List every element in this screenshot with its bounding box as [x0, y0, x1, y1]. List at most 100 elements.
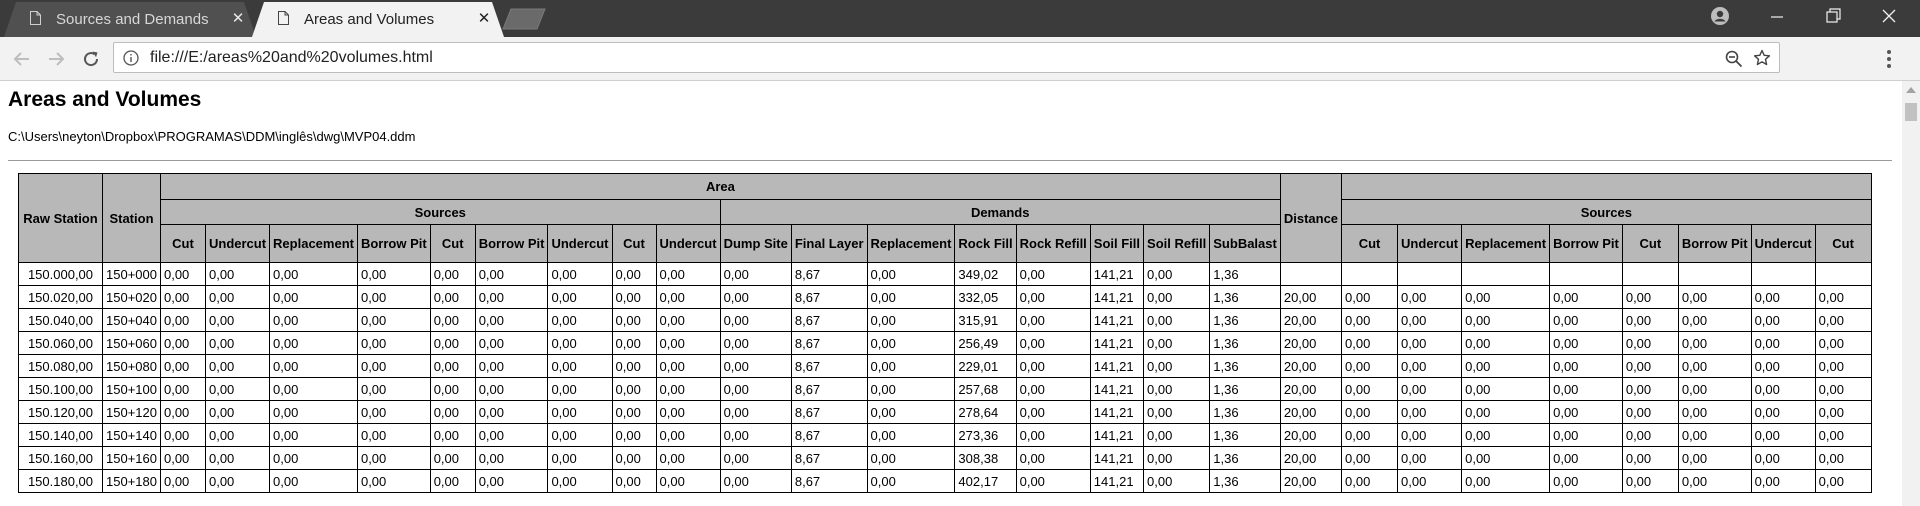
volume-cell: 0,00	[1397, 354, 1463, 378]
tab-sources-and-demands[interactable]: Sources and Demands ✕	[4, 2, 256, 37]
tab-strip: Sources and Demands ✕ Areas and Volumes …	[0, 0, 1920, 37]
area-cell: 0,00	[655, 308, 721, 332]
volume-cell: 0,00	[1341, 469, 1399, 493]
area-cell: 0,00	[356, 400, 431, 424]
volume-cell: 0,00	[1549, 423, 1623, 447]
scroll-up-arrow-icon[interactable]	[1906, 87, 1916, 93]
volume-cell: 0,00	[1677, 308, 1752, 332]
area-cell: 0,00	[269, 469, 358, 493]
column-header: Cut	[1814, 224, 1872, 263]
area-cell: 0,00	[1015, 331, 1091, 355]
table-row: 150.080,00 150+080 0,00 0,00 0,00 0,00 0,00 0,0…	[18, 354, 1872, 378]
area-cell: 0,00	[159, 400, 206, 424]
volume-cell: 0,00	[1621, 354, 1679, 378]
volume-cell	[1461, 262, 1551, 286]
close-window-icon[interactable]	[1862, 0, 1916, 34]
menu-icon[interactable]	[1886, 49, 1892, 69]
area-cell: 0,00	[269, 446, 358, 470]
area-cell: 229,01	[954, 354, 1017, 378]
info-icon[interactable]	[123, 50, 139, 66]
area-cell: 0,00	[655, 469, 721, 493]
close-tab-icon[interactable]: ✕	[230, 11, 246, 27]
area-cell: 0,00	[1143, 400, 1211, 424]
bookmark-star-icon[interactable]	[1753, 49, 1771, 67]
volume-cell: 0,00	[1461, 400, 1551, 424]
area-cell: 0,00	[547, 285, 613, 309]
column-header: Dump Site	[719, 224, 792, 263]
area-cell: 256,49	[954, 331, 1017, 355]
volume-cell: 0,00	[1621, 446, 1679, 470]
page-viewport: Areas and Volumes C:\Users\neyton\Dropbo…	[0, 81, 1902, 506]
table-row: 150.060,00 150+060 0,00 0,00 0,00 0,00 0,00 0,0…	[18, 331, 1872, 355]
minimize-icon[interactable]	[1750, 0, 1804, 34]
area-cell: 0,00	[1015, 400, 1091, 424]
area-cell: 0,00	[611, 285, 657, 309]
tab-areas-and-volumes[interactable]: Areas and Volumes ✕	[252, 2, 504, 37]
new-tab-button[interactable]	[502, 8, 546, 30]
zoom-icon[interactable]	[1725, 50, 1743, 68]
tab-title: Areas and Volumes	[304, 11, 435, 28]
area-cell: 0,00	[655, 400, 721, 424]
area-cell: 0,00	[429, 446, 476, 470]
column-header: Borrow Pit	[1677, 224, 1752, 263]
tab-title: Sources and Demands	[56, 11, 209, 28]
volume-cell: 0,00	[1397, 469, 1463, 493]
reload-icon[interactable]	[80, 48, 102, 70]
volume-cell: 0,00	[1397, 377, 1463, 401]
table-row: 150.160,00 150+160 0,00 0,00 0,00 0,00 0,00 0,0…	[18, 446, 1872, 470]
area-cell: 0,00	[159, 377, 206, 401]
table-row: 150.040,00 150+040 0,00 0,00 0,00 0,00 0,00 0,0…	[18, 308, 1872, 332]
area-cell: 1,36	[1209, 377, 1281, 401]
area-cell: 0,00	[1015, 354, 1091, 378]
column-header: Borrow Pit	[356, 224, 431, 263]
forward-icon[interactable]	[45, 48, 67, 70]
page-icon	[278, 11, 289, 25]
address-bar[interactable]: file:///E:/areas%20and%20volumes.html	[113, 42, 1780, 73]
volume-cell: 0,00	[1814, 423, 1872, 447]
area-cell: 257,68	[954, 377, 1017, 401]
area-cell: 0,00	[429, 377, 476, 401]
area-cell: 0,00	[429, 400, 476, 424]
area-cell: 0,00	[719, 354, 792, 378]
volume-cell: 0,00	[1461, 308, 1551, 332]
area-cell: 0,00	[159, 308, 206, 332]
area-cell: 8,67	[790, 377, 868, 401]
area-cell: 0,00	[269, 423, 358, 447]
volume-cell: 0,00	[1397, 308, 1463, 332]
volume-cell: 0,00	[1750, 354, 1816, 378]
area-cell: 0,00	[204, 423, 271, 447]
volume-cell: 0,00	[1397, 285, 1463, 309]
distance-cell: 20,00	[1279, 469, 1343, 493]
column-header: Soil Fill	[1089, 224, 1145, 263]
area-cell: 0,00	[204, 262, 271, 286]
restore-icon[interactable]	[1806, 0, 1860, 34]
profile-icon[interactable]	[1710, 6, 1730, 26]
area-cell: 8,67	[790, 285, 868, 309]
url-text[interactable]: file:///E:/areas%20and%20volumes.html	[150, 49, 433, 67]
file-path: C:\Users\neyton\Dropbox\PROGRAMAS\DDM\in…	[8, 129, 416, 144]
area-cell: 0,00	[655, 354, 721, 378]
page-title: Areas and Volumes	[8, 88, 202, 111]
area-cell: 0,00	[474, 331, 549, 355]
volume-cell: 0,00	[1621, 423, 1679, 447]
volume-cell: 0,00	[1814, 354, 1872, 378]
area-cell: 0,00	[719, 423, 792, 447]
area-cell: 0,00	[655, 331, 721, 355]
volume-cell: 0,00	[1341, 446, 1399, 470]
area-cell: 0,00	[719, 469, 792, 493]
area-cell: 0,00	[1143, 308, 1211, 332]
volume-cell: 0,00	[1549, 285, 1623, 309]
area-cell: 0,00	[159, 446, 206, 470]
vertical-scrollbar[interactable]	[1902, 81, 1920, 506]
area-cell: 0,00	[547, 446, 613, 470]
scrollbar-thumb[interactable]	[1905, 103, 1917, 121]
area-cell: 0,00	[204, 354, 271, 378]
volume-cell: 0,00	[1750, 377, 1816, 401]
page-icon	[30, 11, 41, 25]
back-icon[interactable]	[11, 48, 33, 70]
volume-cell: 0,00	[1341, 308, 1399, 332]
volume-cell: 0,00	[1750, 400, 1816, 424]
area-cell: 0,00	[547, 262, 613, 286]
close-tab-icon[interactable]: ✕	[476, 11, 492, 27]
table-row: 150.000,00 150+000 0,00 0,00 0,00 0,00 0,00 0,0…	[18, 262, 1872, 286]
